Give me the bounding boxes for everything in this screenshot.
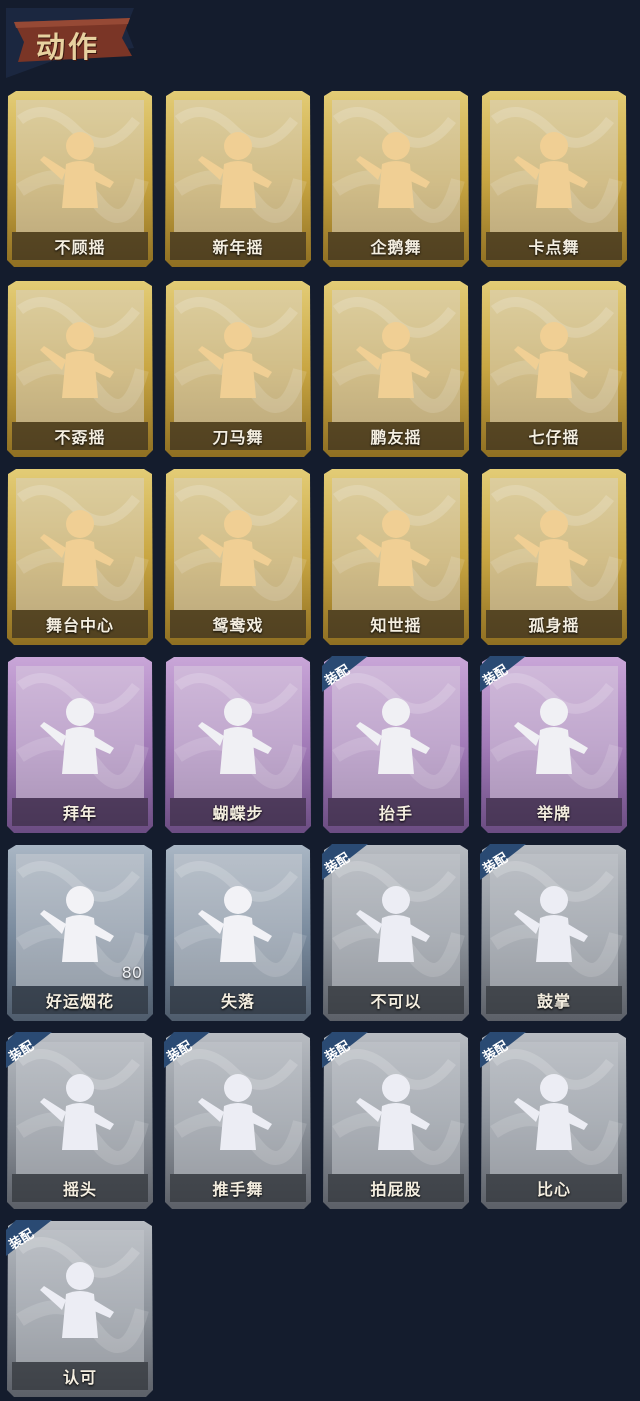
emote-card[interactable]: 80 好运烟花 xyxy=(6,844,154,1022)
emote-label: 拍屁股 xyxy=(370,1180,422,1199)
emote-label: 比心 xyxy=(536,1180,571,1199)
section-header: 动作 xyxy=(6,8,134,78)
equipped-badge: 装配 xyxy=(6,1220,66,1260)
emote-card[interactable]: 拜年 xyxy=(6,656,154,834)
emote-label: 不可以 xyxy=(370,992,422,1011)
emote-label: 鸳鸯戏 xyxy=(212,616,264,635)
emote-label: 举牌 xyxy=(536,804,571,823)
emote-card[interactable]: 推手舞 装配 xyxy=(164,1032,312,1210)
emote-label: 抬手 xyxy=(378,804,413,823)
equipped-badge: 装配 xyxy=(6,1032,66,1072)
equipped-badge: 装配 xyxy=(164,1032,224,1072)
emote-card[interactable]: 不顾摇 xyxy=(6,90,154,268)
emote-card[interactable]: 新年摇 xyxy=(164,90,312,268)
emote-card[interactable]: 鹏友摇 xyxy=(322,280,470,458)
equipped-badge: 装配 xyxy=(480,844,540,884)
emote-card[interactable]: 七仔摇 xyxy=(480,280,628,458)
emote-label: 孤身摇 xyxy=(528,616,580,635)
emote-card[interactable]: 认可 装配 xyxy=(6,1220,154,1398)
emote-label: 推手舞 xyxy=(212,1180,264,1199)
emote-label: 认可 xyxy=(62,1368,97,1387)
equipped-badge: 装配 xyxy=(322,656,382,696)
item-count: 80 xyxy=(121,963,142,982)
emote-card[interactable]: 蝴蝶步 xyxy=(164,656,312,834)
section-title: 动作 xyxy=(36,30,101,64)
emote-label: 拜年 xyxy=(62,804,97,823)
emote-label: 失落 xyxy=(220,992,255,1011)
emote-card[interactable]: 拍屁股 装配 xyxy=(322,1032,470,1210)
emote-card[interactable]: 企鹅舞 xyxy=(322,90,470,268)
emote-card[interactable]: 舞台中心 xyxy=(6,468,154,646)
emote-card[interactable]: 孤身摇 xyxy=(480,468,628,646)
emote-label: 企鹅舞 xyxy=(370,238,422,257)
equipped-badge: 装配 xyxy=(480,1032,540,1072)
emote-card[interactable]: 不孬摇 xyxy=(6,280,154,458)
emote-card[interactable]: 不可以 装配 xyxy=(322,844,470,1022)
emote-card[interactable]: 刀马舞 xyxy=(164,280,312,458)
emote-label: 卡点舞 xyxy=(528,238,580,257)
emote-label: 知世摇 xyxy=(370,616,422,635)
emote-label: 七仔摇 xyxy=(528,428,580,447)
emote-card[interactable]: 比心 装配 xyxy=(480,1032,628,1210)
equipped-badge: 装配 xyxy=(480,656,540,696)
emote-card[interactable]: 鸳鸯戏 xyxy=(164,468,312,646)
emote-label: 蝴蝶步 xyxy=(212,804,264,823)
emote-label: 新年摇 xyxy=(212,238,264,257)
emote-card[interactable]: 摇头 装配 xyxy=(6,1032,154,1210)
emote-label: 鹏友摇 xyxy=(370,428,422,447)
equipped-badge: 装配 xyxy=(322,1032,382,1072)
emote-label: 舞台中心 xyxy=(45,616,114,635)
emote-card[interactable]: 失落 xyxy=(164,844,312,1022)
emote-card[interactable]: 卡点舞 xyxy=(480,90,628,268)
emote-label: 好运烟花 xyxy=(45,992,114,1011)
emote-label: 刀马舞 xyxy=(212,428,264,447)
emote-label: 摇头 xyxy=(62,1180,97,1199)
equipped-badge: 装配 xyxy=(322,844,382,884)
emote-card[interactable]: 抬手 装配 xyxy=(322,656,470,834)
emote-label: 不顾摇 xyxy=(54,238,106,257)
emote-card[interactable]: 知世摇 xyxy=(322,468,470,646)
emote-card[interactable]: 举牌 装配 xyxy=(480,656,628,834)
emote-card[interactable]: 鼓掌 装配 xyxy=(480,844,628,1022)
emote-label: 鼓掌 xyxy=(536,992,571,1011)
emote-label: 不孬摇 xyxy=(54,428,106,447)
